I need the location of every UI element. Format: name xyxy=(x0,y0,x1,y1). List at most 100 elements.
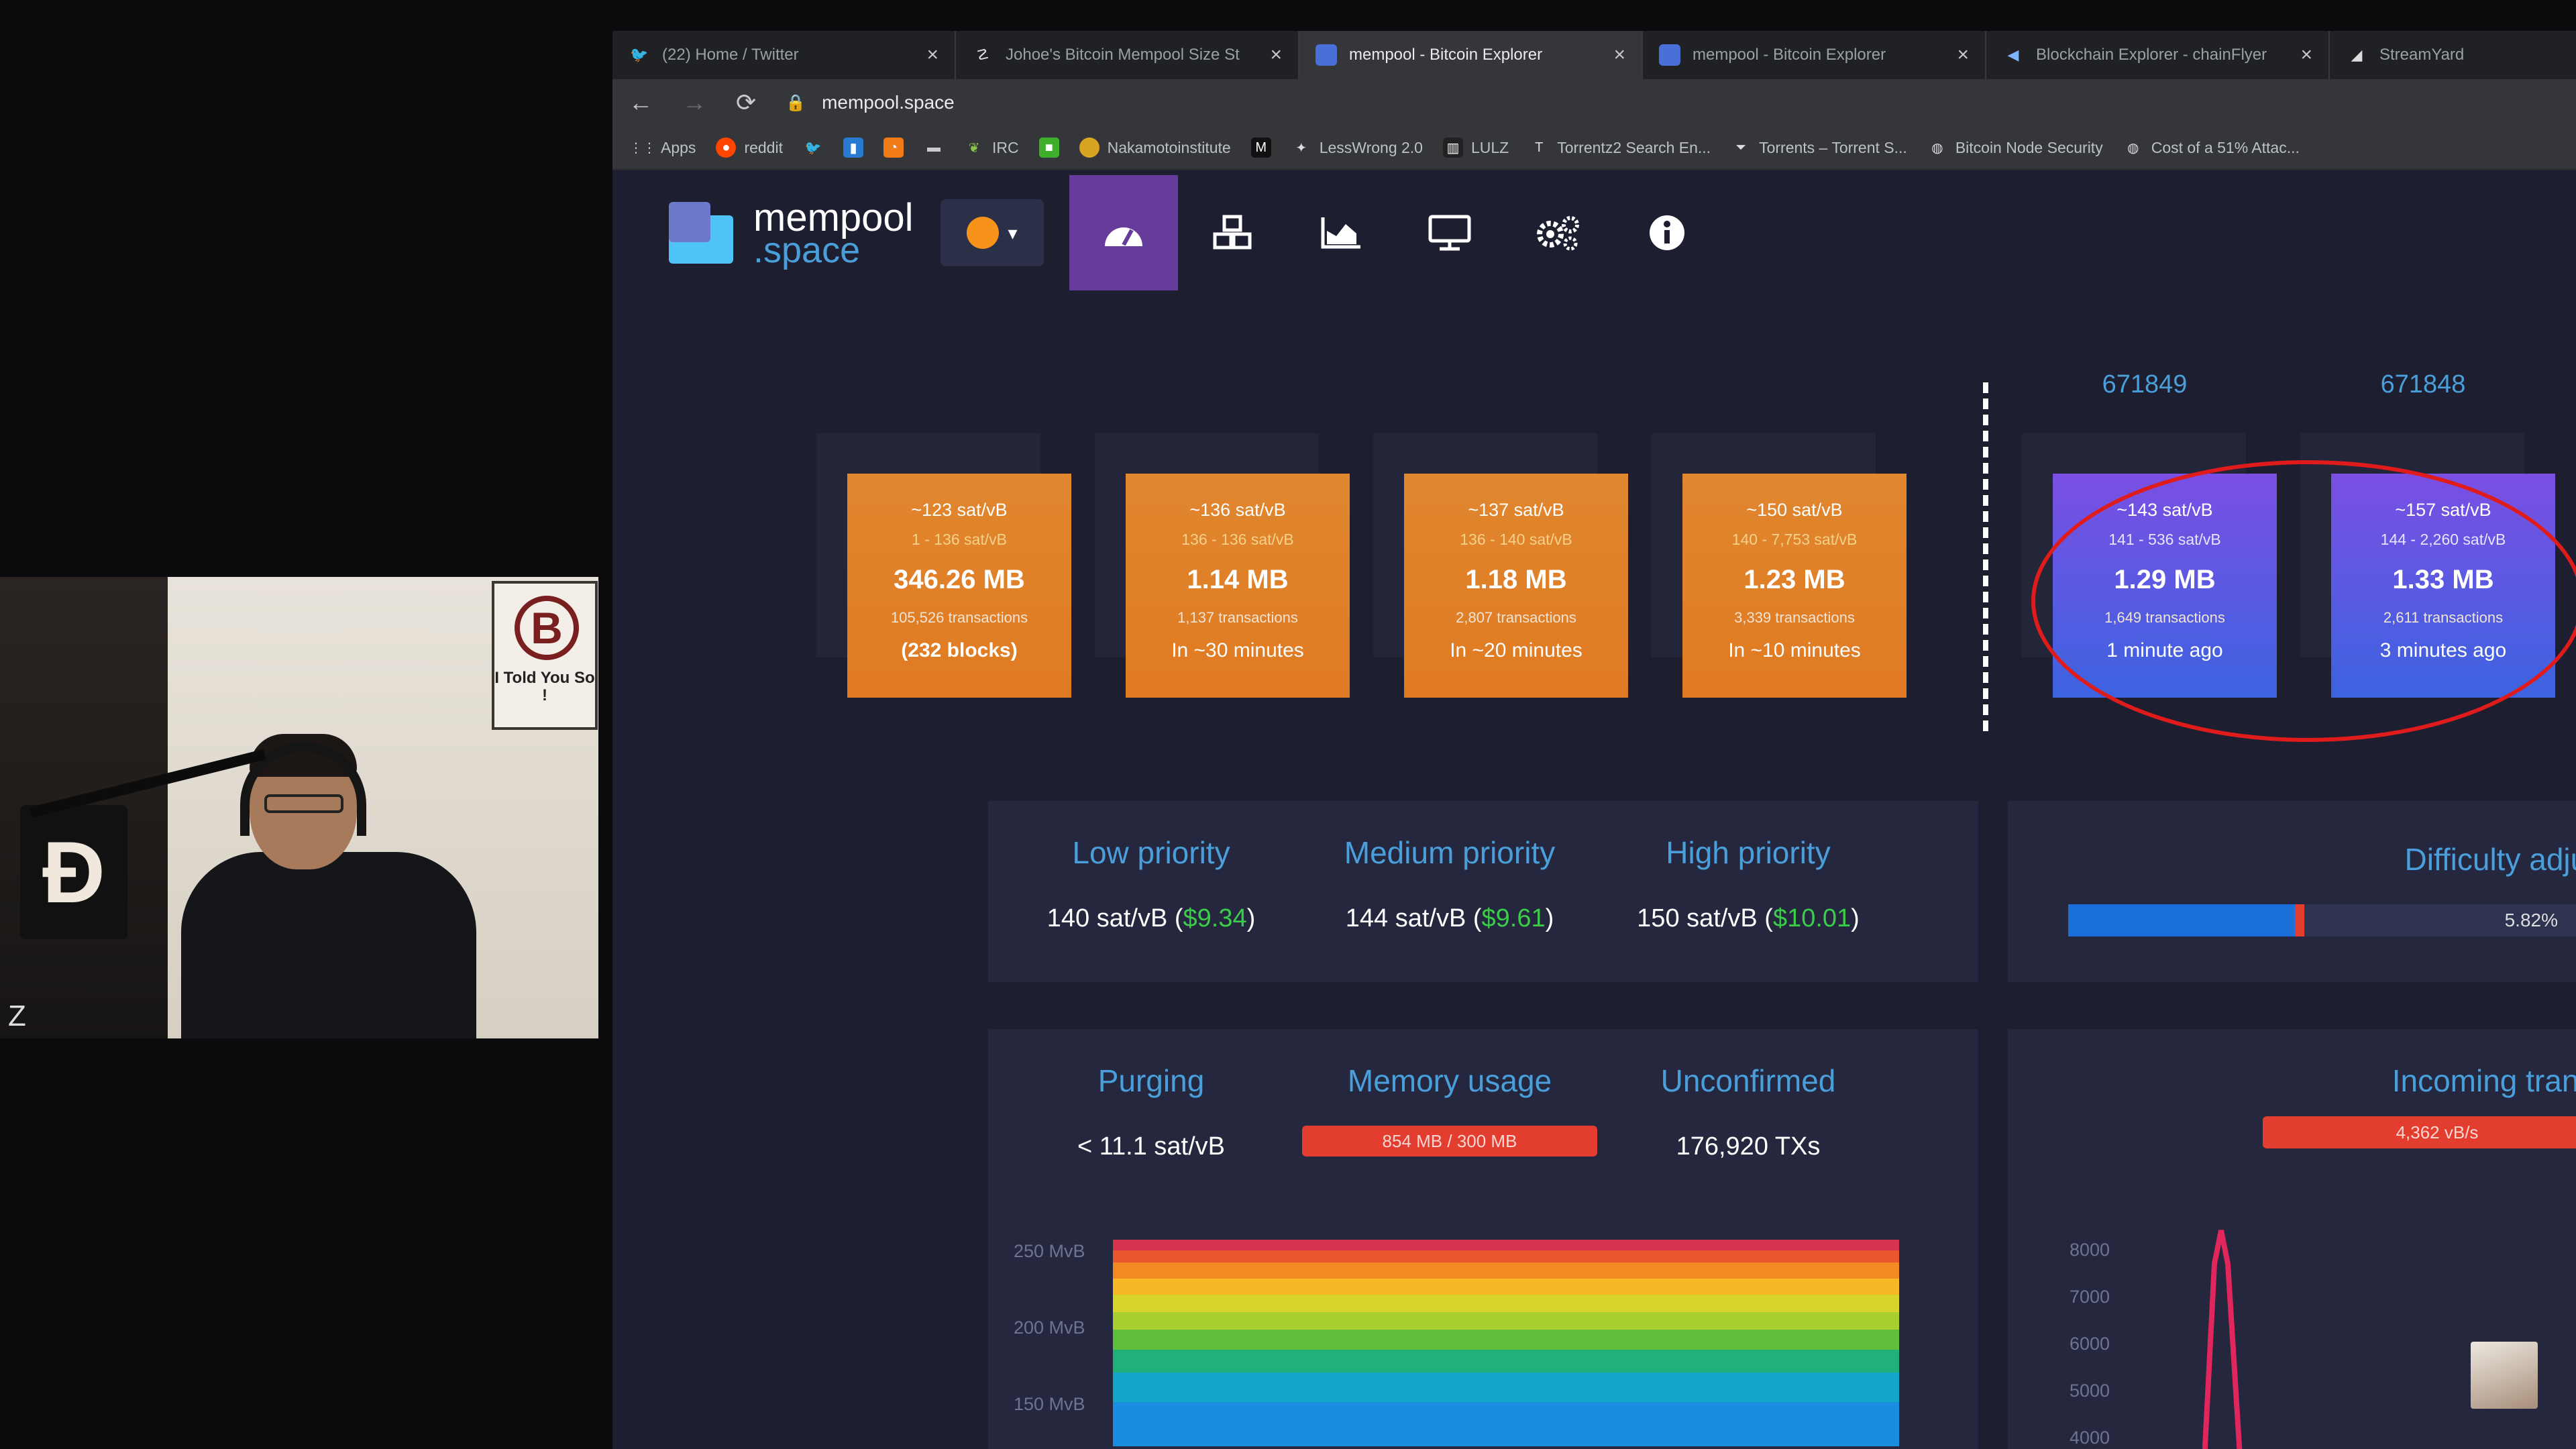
stat-label: Unconfirmed xyxy=(1660,1063,1836,1098)
chainflyer-icon: ◀ xyxy=(2007,46,2019,63)
url-field[interactable]: 🔒 mempool.space xyxy=(786,92,955,113)
bookmark-trello[interactable]: ▮ xyxy=(843,138,863,158)
medium-icon: M xyxy=(1250,138,1271,158)
url-text: mempool.space xyxy=(822,92,955,113)
pending-block[interactable]: ~137 sat/vB 136 - 140 sat/vB 1.18 MB 2,8… xyxy=(1373,433,1628,698)
bookmark-label: Apps xyxy=(661,138,696,156)
bookmark-51-attack[interactable]: ◍ Cost of a 51% Attac... xyxy=(2123,138,2300,158)
tab-twitter[interactable]: 🐦 (22) Home / Twitter × xyxy=(612,31,956,79)
incoming-chart-tick: 6000 xyxy=(2070,1334,2110,1354)
block-fee-range: 140 - 7,753 sat/vB xyxy=(1731,531,1858,548)
bitcoin-poster: B I Told You So ! xyxy=(492,581,598,730)
dashboard-gauge-icon[interactable] xyxy=(1069,175,1178,290)
bookmark-rss[interactable]: ◔ xyxy=(883,138,904,158)
red-highlight-circle xyxy=(2031,460,2576,742)
back-icon[interactable]: ← xyxy=(629,89,653,117)
bookmark-lulz[interactable]: ▥ LULZ xyxy=(1442,138,1509,158)
bookmark-torrents[interactable]: ⏷ Torrents – Torrent S... xyxy=(1731,138,1907,158)
tab-title: (22) Home / Twitter xyxy=(662,46,799,64)
block-face: ~123 sat/vB 1 - 136 sat/vB 346.26 MB 105… xyxy=(847,474,1071,698)
lock-icon: 🔒 xyxy=(786,93,806,112)
browser-window: 🐦 (22) Home / Twitter × ☡ Johoe's Bitcoi… xyxy=(612,31,2576,1449)
stat-label: Memory usage xyxy=(1347,1063,1552,1098)
bookmark-irc[interactable]: ❦ IRC xyxy=(964,138,1019,158)
fee-band xyxy=(1113,1350,1899,1373)
cogs-icon[interactable] xyxy=(1504,175,1613,290)
reddit-icon: ● xyxy=(716,138,737,158)
network-selector[interactable]: ▾ xyxy=(940,199,1044,266)
block-face: ~150 sat/vB 140 - 7,753 sat/vB 1.23 MB 3… xyxy=(1682,474,1907,698)
block-median-fee: ~150 sat/vB xyxy=(1746,500,1843,520)
mempool-chart-tick: 200 MvB xyxy=(1014,1318,1085,1338)
fee-band xyxy=(1113,1250,1899,1263)
bookmark-apps[interactable]: ⋮⋮ Apps xyxy=(629,138,696,158)
difficulty-progress-fill xyxy=(2068,904,2296,936)
mini-webcam-thumbnail xyxy=(2471,1342,2538,1409)
close-icon[interactable]: × xyxy=(1613,44,1625,66)
bookmark-reddit[interactable]: ● reddit xyxy=(716,138,783,158)
block-height[interactable]: 671848 xyxy=(2311,370,2535,399)
trello-icon: ▮ xyxy=(843,138,863,158)
fee-close: ) xyxy=(1851,904,1860,932)
lesswrong-icon: ✦ xyxy=(1295,140,1307,156)
monitor-icon[interactable] xyxy=(1395,175,1504,290)
fee-fiat: $9.61 xyxy=(1481,904,1546,932)
close-icon[interactable]: × xyxy=(1957,44,1969,66)
pending-block[interactable]: ~136 sat/vB 136 - 136 sat/vB 1.14 MB 1,1… xyxy=(1095,433,1350,698)
fee-rate: 150 sat/vB ( xyxy=(1637,904,1773,932)
medium-priority: Medium priority 144 sat/vB ($9.61) xyxy=(1300,835,1599,933)
cubes-icon[interactable] xyxy=(1178,175,1287,290)
tab-title: Blockchain Explorer - chainFlyer xyxy=(2036,46,2267,64)
rss-icon: ◔ xyxy=(883,138,904,158)
streamyard-icon: ◢ xyxy=(2351,46,2363,63)
bookmark-nakamotoinstitute[interactable]: Nakamotoinstitute xyxy=(1079,138,1231,158)
block-size: 1.18 MB xyxy=(1465,565,1567,594)
bookmark-twitter[interactable]: 🐦 xyxy=(803,138,823,158)
tab-mempool-active[interactable]: mempool - Bitcoin Explorer × xyxy=(1299,31,1643,79)
info-icon[interactable] xyxy=(1613,175,1721,290)
bookmark-node-security[interactable]: ◍ Bitcoin Node Security xyxy=(1927,138,2103,158)
close-icon[interactable]: × xyxy=(926,44,938,66)
forward-icon[interactable]: → xyxy=(682,89,706,117)
tab-title: mempool - Bitcoin Explorer xyxy=(1693,46,1886,64)
tab-johoe[interactable]: ☡ Johoe's Bitcoin Mempool Size St × xyxy=(956,31,1299,79)
purging-stat: Purging < 11.1 sat/vB xyxy=(1002,1063,1301,1161)
gold-coin-icon xyxy=(1079,138,1099,158)
pending-block[interactable]: ~123 sat/vB 1 - 136 sat/vB 346.26 MB 105… xyxy=(816,433,1071,698)
bookmark-green[interactable]: ■ xyxy=(1038,138,1059,158)
webcam-logo: Ɖ xyxy=(20,805,127,939)
difficulty-progress: 5.82% xyxy=(2068,904,2576,936)
incoming-chart-tick: 8000 xyxy=(2070,1240,2110,1260)
area-chart-icon[interactable] xyxy=(1287,175,1395,290)
bookmark-torrentz2[interactable]: T Torrentz2 Search En... xyxy=(1529,138,1711,158)
unconfirmed-stat: Unconfirmed 176,920 TXs xyxy=(1599,1063,1898,1161)
pending-block[interactable]: ~150 sat/vB 140 - 7,753 sat/vB 1.23 MB 3… xyxy=(1652,433,1907,698)
mempool-app: mempool .space ▾ 671849 671848 ~123 sat/… xyxy=(612,170,2576,1449)
fee-value: 140 sat/vB ($9.34) xyxy=(1002,904,1301,933)
memory-stat: Memory usage 854 MB / 300 MB xyxy=(1300,1063,1599,1157)
streamer xyxy=(161,734,476,1038)
bookmark-lesswrong[interactable]: ✦ LessWrong 2.0 xyxy=(1291,138,1423,158)
close-icon[interactable]: × xyxy=(1270,44,1282,66)
bookmark-printer[interactable]: ▬ xyxy=(924,138,944,158)
tab-chainflyer[interactable]: ◀ Blockchain Explorer - chainFlyer × xyxy=(1986,31,2330,79)
reload-icon[interactable]: ⟳ xyxy=(736,89,756,117)
bitcoin-coin-icon: B xyxy=(515,596,579,660)
difficulty-label: Difficulty adjust xyxy=(2404,842,2576,877)
printer-icon: ▬ xyxy=(926,140,941,155)
fee-band xyxy=(1113,1263,1899,1279)
green-square-icon: ■ xyxy=(1038,138,1059,158)
brand-logo[interactable]: mempool .space xyxy=(669,199,914,268)
tab-mempool[interactable]: mempool - Bitcoin Explorer × xyxy=(1643,31,1986,79)
bookmark-label: LessWrong 2.0 xyxy=(1319,138,1423,156)
bitcoin-icon xyxy=(966,217,999,249)
tab-streamyard[interactable]: ◢ StreamYard xyxy=(2330,31,2576,79)
block-height[interactable]: 671849 xyxy=(2033,370,2257,399)
fee-band xyxy=(1113,1330,1899,1350)
fee-band xyxy=(1113,1373,1899,1402)
block-eta: In ~20 minutes xyxy=(1450,639,1582,661)
fee-fiat: $9.34 xyxy=(1183,904,1247,932)
bookmark-medium[interactable]: M xyxy=(1250,138,1271,158)
memory-usage-bar: 854 MB / 300 MB xyxy=(1302,1126,1597,1157)
close-icon[interactable]: × xyxy=(2300,44,2312,66)
